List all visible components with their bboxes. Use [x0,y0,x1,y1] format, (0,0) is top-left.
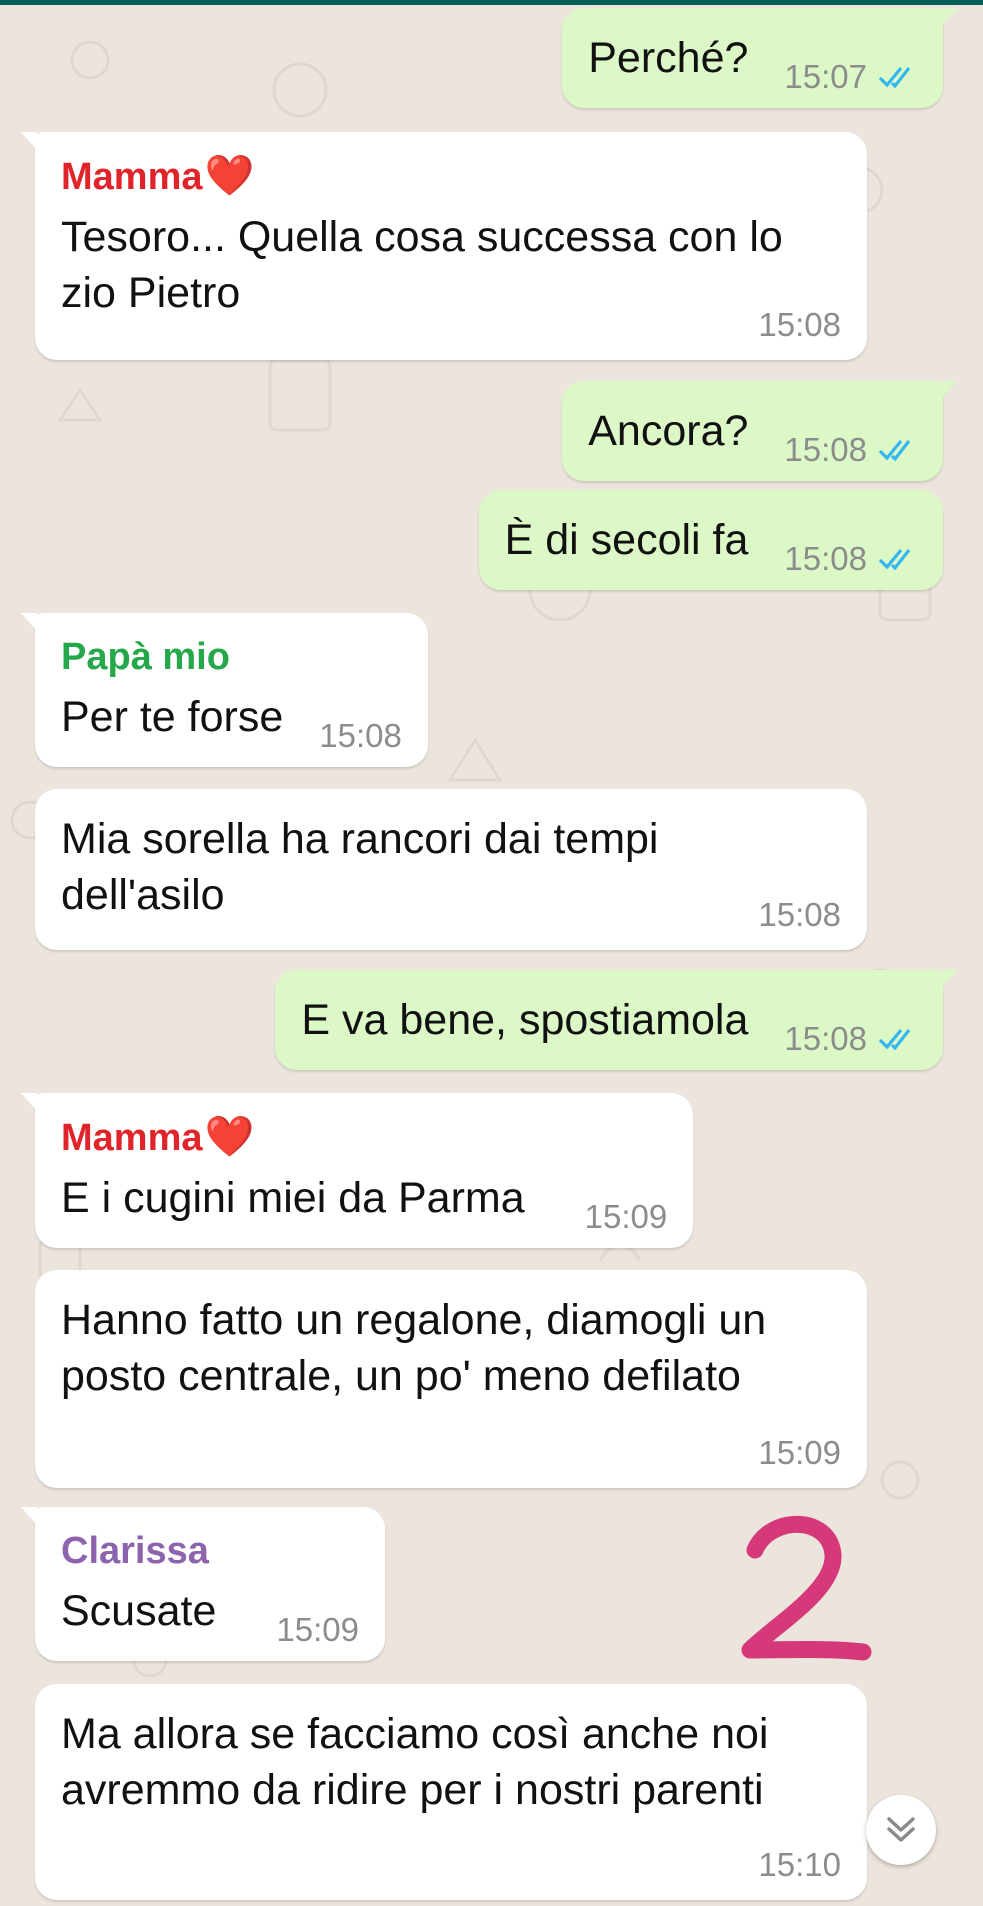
message-text: Mia sorella ha rancori dai tempi dell'as… [61,815,659,919]
message-bubble-outgoing[interactable]: Perché? 15:07 [562,8,957,108]
message-time: 15:09 [584,1198,668,1235]
double-check-read-icon [878,1028,911,1051]
message-text: Perché? [588,34,749,82]
sender-name: Mamma❤️ [61,154,255,198]
message-time: 15:10 [758,1846,841,1883]
message-text: E i cugini miei da Parma [61,1174,525,1222]
message-bubble-incoming[interactable]: Ma allora se facciamo così anche noi avr… [35,1684,867,1900]
message-bubble-incoming[interactable]: Hanno fatto un regalone, diamogli un pos… [35,1270,867,1488]
sender-name: Mamma❤️ [61,1115,255,1159]
annotation-text: 2 [805,1592,811,1603]
message-bubble-incoming[interactable]: Mia sorella ha rancori dai tempi dell'as… [35,789,867,950]
message-bubble-outgoing[interactable]: È di secoli fa 15:08 [478,490,943,590]
message-bubble-incoming[interactable]: Mamma❤️ E i cugini miei da Parma 15:09 [20,1093,694,1248]
heart-emoji: ❤️ [204,1115,255,1159]
message-text: Hanno fatto un regalone, diamogli un pos… [61,1296,767,1400]
message-text: Per te forse [61,693,284,741]
double-chevron-down-icon [887,1817,915,1842]
message-bubble-outgoing[interactable]: Ancora? 15:08 [562,381,957,481]
message-bubble-incoming[interactable]: Clarissa Scusate 15:09 [21,1507,385,1661]
message-text: Ancora? [588,407,749,455]
message-time: 15:08 [758,306,841,343]
sender-name: Papà mio [61,636,230,678]
message-text: Ma allora se facciamo così anche noi avr… [61,1710,769,1814]
double-check-read-icon [878,66,911,89]
handwritten-number-annotation: 2 [741,1515,872,1661]
message-bubble-incoming[interactable]: Mamma❤️ Tesoro... Quella cosa successa c… [21,132,867,360]
sender-name: Clarissa [61,1530,209,1572]
scroll-to-bottom-button[interactable] [866,1795,936,1865]
message-text: E va bene, spostiamola [301,996,749,1044]
message-time: 15:07 [784,58,867,95]
double-check-read-icon [878,548,911,571]
message-time: 15:08 [784,1020,867,1057]
message-time: 15:09 [276,1611,359,1648]
double-check-read-icon [878,439,911,462]
message-time: 15:08 [319,717,402,754]
heart-emoji: ❤️ [204,154,255,198]
message-bubble-outgoing[interactable]: E va bene, spostiamola 15:08 [275,970,957,1070]
message-text: È di secoli fa [504,516,749,564]
message-meta: 15:08 [784,431,917,469]
message-bubble-incoming[interactable]: Papà mio Per te forse 15:08 [21,613,428,767]
message-meta: 15:08 [784,540,917,578]
message-meta: 15:08 [784,1020,917,1058]
message-time: 15:08 [784,540,867,577]
message-time: 15:08 [784,431,867,468]
message-text: Scusate [61,1587,217,1635]
message-text: Tesoro... Quella cosa successa con lo zi… [61,213,783,317]
message-meta: 15:07 [784,58,917,96]
message-time: 15:09 [758,1434,841,1471]
message-time: 15:08 [758,896,841,933]
